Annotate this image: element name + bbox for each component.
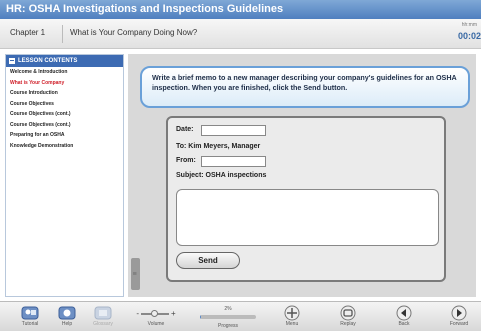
help-button[interactable]: Help (50, 305, 84, 331)
forward-arrow-icon (450, 305, 468, 320)
instruction-text: Write a brief memo to a new manager desc… (152, 73, 457, 92)
back-button[interactable]: Back (387, 305, 421, 331)
instruction-callout: Write a brief memo to a new manager desc… (140, 66, 470, 108)
volume-up-icon[interactable]: + (171, 309, 176, 318)
lesson-item[interactable]: Knowledge Demonstration (6, 141, 123, 152)
replay-button[interactable]: Replay (331, 305, 365, 331)
progress-percent: 2% (224, 306, 232, 312)
glossary-label: Glossary (93, 321, 113, 327)
progress-fill (200, 315, 202, 319)
notes-drag-handle[interactable]: ||| (131, 258, 140, 290)
send-button[interactable]: Send (176, 252, 240, 269)
glossary-icon (94, 305, 112, 320)
tutorial-button[interactable]: Tutorial (13, 305, 47, 331)
forward-label: Forward (449, 321, 469, 327)
app-title: HR: OSHA Investigations and Inspections … (6, 3, 284, 15)
timer-label: hh:mm (461, 22, 477, 28)
date-input[interactable] (201, 125, 266, 136)
volume-knob[interactable] (151, 309, 158, 317)
lesson-content-area: Write a brief memo to a new manager desc… (128, 54, 476, 297)
chapter-divider (62, 25, 63, 43)
from-input[interactable] (201, 156, 266, 167)
lesson-contents-header[interactable]: LESSON CONTENTS (6, 55, 123, 67)
subject-label: Subject: OSHA inspections (176, 172, 267, 179)
from-label: From: (176, 157, 196, 164)
lesson-item[interactable]: Course Objectives (6, 99, 123, 110)
help-icon (58, 305, 76, 320)
chapter-title: What is Your Company Doing Now? (70, 28, 198, 37)
lesson-item[interactable]: Welcome & Introduction (6, 67, 123, 78)
replay-label: Replay (340, 321, 356, 327)
help-label: Help (61, 321, 73, 327)
progress-indicator: 2% Progress (196, 305, 260, 331)
lesson-contents-title: LESSON CONTENTS (18, 58, 78, 64)
volume-label: Volume (147, 321, 165, 327)
timer-value: 00:02 (457, 31, 481, 41)
glossary-button[interactable]: Glossary (86, 305, 120, 331)
replay-icon (339, 305, 357, 320)
forward-button[interactable]: Forward (442, 305, 476, 331)
date-label: Date: (176, 126, 194, 133)
lesson-item[interactable]: Course Objectives (cont.) (6, 120, 123, 131)
menu-label: Menu (285, 321, 299, 327)
chapter-label: Chapter 1 (10, 28, 46, 37)
collapse-icon[interactable] (9, 58, 15, 64)
volume-control: - + Volume (128, 307, 184, 331)
menu-icon (283, 305, 301, 320)
grip-icon: ||| (133, 272, 138, 276)
volume-track[interactable] (141, 309, 169, 317)
lesson-item-active[interactable]: What is Your Company (6, 78, 123, 89)
back-label: Back (398, 321, 410, 327)
back-arrow-icon (395, 305, 413, 320)
chapter-bar: Chapter 1 What is Your Company Doing Now… (0, 19, 481, 49)
progress-label: Progress (217, 323, 238, 329)
menu-button[interactable]: Menu (275, 305, 309, 331)
volume-down-icon[interactable]: - (136, 309, 139, 318)
lesson-item[interactable]: Preparing for an OSHA (6, 130, 123, 141)
tutorial-icon (21, 305, 39, 320)
lesson-contents-panel: LESSON CONTENTS Welcome & Introduction W… (5, 54, 124, 297)
memo-form: Date: To: Kim Meyers, Manager From: Subj… (166, 116, 446, 282)
bottom-toolbar: Tutorial Help Glossary - + Volume 2% Pro… (0, 301, 481, 331)
lesson-item[interactable]: Course Objectives (cont.) (6, 109, 123, 120)
tutorial-label: Tutorial (21, 321, 39, 327)
app-title-bar: HR: OSHA Investigations and Inspections … (0, 0, 481, 19)
lesson-item[interactable]: Course Introduction (6, 88, 123, 99)
to-label: To: Kim Meyers, Manager (176, 143, 261, 150)
volume-slider[interactable]: - + (128, 307, 184, 320)
progress-bar (200, 315, 256, 319)
memo-body-textarea[interactable] (176, 189, 439, 246)
